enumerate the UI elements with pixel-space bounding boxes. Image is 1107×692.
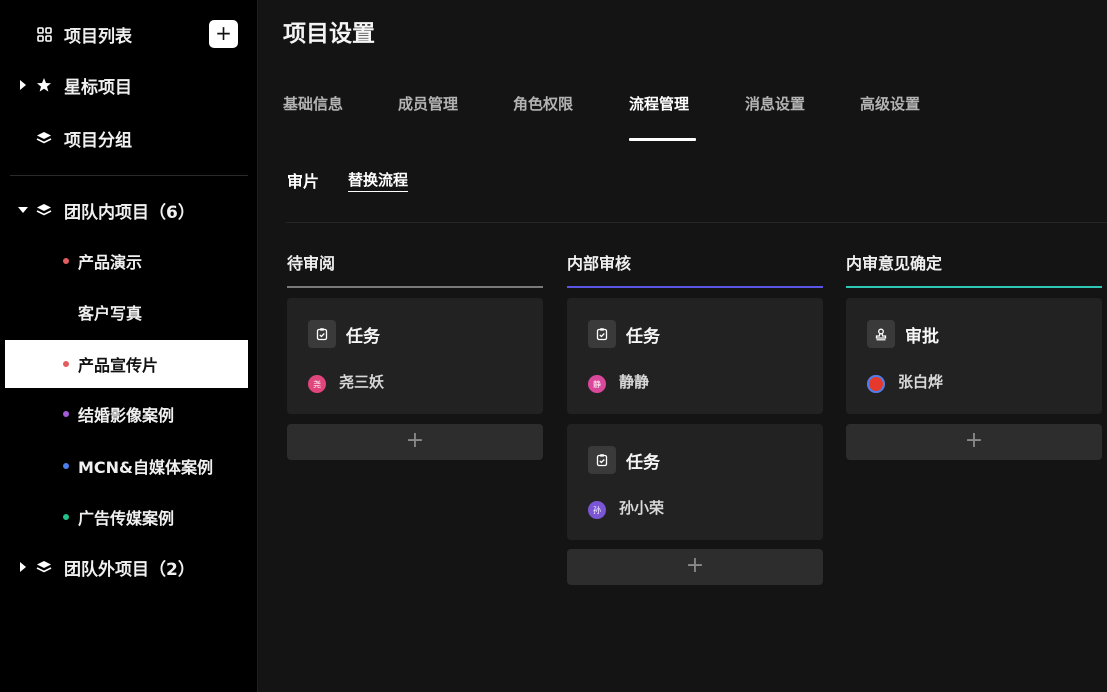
layers-icon	[35, 202, 53, 218]
task-card[interactable]: 任务 静 静静	[567, 298, 823, 414]
assignee-name: 静静	[619, 373, 650, 391]
group-label: 团队内项目（6）	[64, 202, 195, 223]
column-line	[287, 286, 543, 288]
color-dot	[63, 514, 69, 520]
caret-down-icon[interactable]	[18, 204, 28, 216]
sidebar-item-starred[interactable]: 星标项目	[0, 61, 248, 109]
assignee-name: 张白烨	[898, 373, 944, 391]
column-title: 内审意见确定	[846, 254, 943, 273]
project-item-active[interactable]: 产品宣传片	[5, 340, 248, 388]
sidebar-item-label: 项目分组	[64, 130, 132, 151]
color-dot	[63, 463, 69, 469]
column-line	[567, 286, 823, 288]
tab-basic-info[interactable]: 基础信息	[283, 93, 343, 114]
sidebar-divider	[10, 175, 248, 176]
sidebar-group-team-external[interactable]: 团队外项目（2）	[0, 543, 248, 591]
project-item[interactable]: 广告传媒案例	[5, 493, 248, 541]
add-card-button[interactable]: +	[287, 424, 543, 460]
color-dot	[63, 361, 69, 367]
color-dot	[63, 258, 69, 264]
layers-icon	[35, 130, 53, 146]
project-item[interactable]: 客户写真	[5, 288, 248, 336]
sidebar-item-groups[interactable]: 项目分组	[0, 114, 248, 162]
grid-icon	[35, 26, 53, 42]
main-panel: 项目设置 基础信息 成员管理 角色权限 流程管理 消息设置 高级设置 审片 替换…	[258, 0, 1107, 692]
tab-roles[interactable]: 角色权限	[513, 93, 573, 114]
subtab-review[interactable]: 审片	[287, 168, 319, 192]
clipboard-icon	[588, 446, 616, 474]
caret-right-icon[interactable]	[18, 79, 28, 91]
column-line	[846, 286, 1102, 288]
column-title: 待审阅	[287, 254, 336, 273]
tab-workflow[interactable]: 流程管理	[629, 93, 689, 114]
layers-icon	[35, 559, 53, 575]
group-label: 团队外项目（2）	[64, 559, 195, 580]
add-card-button[interactable]: +	[846, 424, 1102, 460]
replace-workflow-link[interactable]: 替换流程	[348, 169, 409, 192]
clipboard-icon	[588, 320, 616, 348]
avatar: 尧	[308, 375, 326, 393]
card-type: 任务	[626, 327, 660, 347]
project-list-label: 项目列表	[64, 26, 132, 47]
project-item[interactable]: 产品演示	[5, 237, 248, 285]
project-item[interactable]: 结婚影像案例	[5, 390, 248, 438]
clipboard-icon	[308, 320, 336, 348]
project-item[interactable]: MCN&自媒体案例	[5, 442, 248, 490]
add-card-button[interactable]: +	[567, 549, 823, 585]
avatar	[867, 375, 885, 393]
project-label: 广告传媒案例	[78, 509, 175, 528]
active-tab-indicator	[629, 138, 696, 141]
project-label: MCN&自媒体案例	[78, 458, 214, 477]
card-type: 任务	[346, 327, 380, 347]
sidebar: 项目列表 + 星标项目 项目分组 团队内项目（6） 产品演示 客户写真 产品宣传…	[0, 0, 258, 692]
section-divider	[286, 222, 1107, 223]
tab-members[interactable]: 成员管理	[398, 93, 458, 114]
caret-right-icon[interactable]	[18, 561, 28, 573]
avatar: 孙	[588, 501, 606, 519]
tab-advanced[interactable]: 高级设置	[860, 93, 920, 114]
column-title: 内部审核	[567, 254, 632, 273]
color-dot	[63, 411, 69, 417]
project-label: 产品演示	[78, 253, 143, 272]
project-label: 结婚影像案例	[78, 406, 175, 425]
task-card[interactable]: 任务 尧 尧三妖	[287, 298, 543, 414]
avatar: 静	[588, 375, 606, 393]
card-type: 任务	[626, 453, 660, 473]
tab-notifications[interactable]: 消息设置	[745, 93, 805, 114]
sidebar-group-team-internal[interactable]: 团队内项目（6）	[0, 186, 248, 234]
card-type: 审批	[905, 327, 939, 347]
add-project-button[interactable]: +	[209, 20, 238, 48]
project-label: 产品宣传片	[78, 356, 159, 375]
assignee-name: 尧三妖	[339, 373, 385, 391]
assignee-name: 孙小荣	[619, 499, 665, 517]
star-icon	[35, 77, 53, 93]
task-card[interactable]: 任务 孙 孙小荣	[567, 424, 823, 540]
project-label: 客户写真	[78, 304, 143, 323]
stamp-icon	[867, 320, 895, 348]
sidebar-item-label: 星标项目	[64, 77, 132, 98]
page-title: 项目设置	[283, 21, 375, 47]
approval-card[interactable]: 审批 张白烨	[846, 298, 1102, 414]
